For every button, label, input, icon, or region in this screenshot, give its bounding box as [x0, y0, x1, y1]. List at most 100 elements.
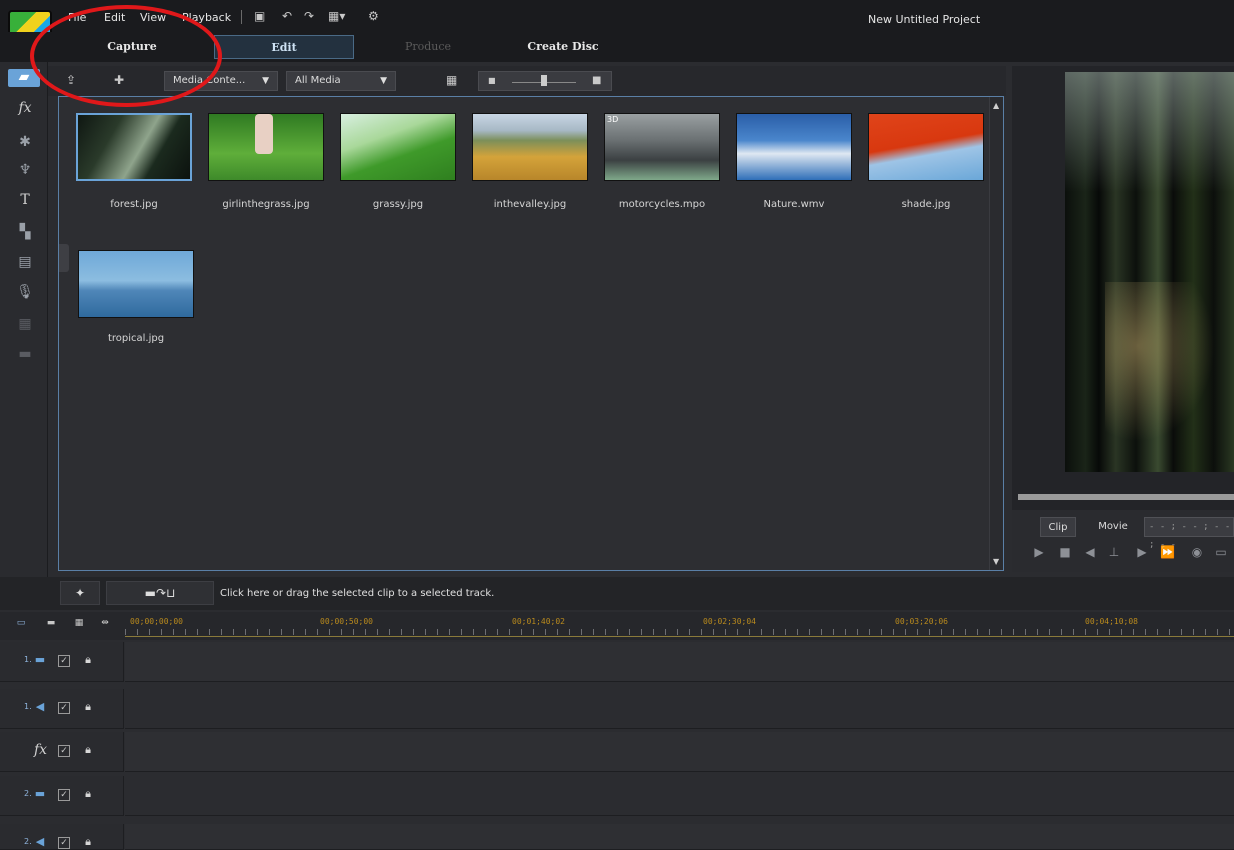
- media-label: motorcycles.mpo: [618, 199, 706, 210]
- timeline-view-icon[interactable]: ▭: [14, 618, 28, 628]
- media-filter-value: All Media: [295, 75, 341, 86]
- thumbnail-size-slider[interactable]: [541, 75, 547, 86]
- scroll-down-icon[interactable]: ▼: [993, 557, 999, 566]
- view-grid-icon[interactable]: ▦: [446, 74, 460, 86]
- external-display-icon[interactable]: ▭: [1214, 545, 1228, 559]
- media-label: grassy.jpg: [372, 199, 424, 210]
- lock-icon[interactable]: 🔒︎: [82, 835, 94, 849]
- track-header-fx[interactable]: fx ✓ 🔒︎: [0, 732, 124, 772]
- particle-icon[interactable]: ♆: [16, 162, 34, 178]
- lock-icon[interactable]: 🔒︎: [82, 743, 94, 757]
- track-audio-1[interactable]: [125, 689, 1234, 729]
- clip-mode-button[interactable]: Clip: [1040, 517, 1076, 537]
- media-content-dropdown[interactable]: Media Conte... ▼: [164, 71, 278, 91]
- aspect-ratio-icon[interactable]: ▦▾: [328, 10, 350, 22]
- tab-create-disc[interactable]: Create Disc: [500, 35, 626, 59]
- transition-room-icon[interactable]: ▚: [16, 224, 34, 240]
- voice-over-icon[interactable]: 🎙: [16, 284, 34, 300]
- audio-speaker-icon: ◀: [35, 835, 45, 848]
- title-room-icon[interactable]: T: [16, 192, 34, 208]
- track-enable-checkbox[interactable]: ✓: [58, 655, 70, 667]
- menu-playback[interactable]: Playback: [182, 11, 231, 24]
- media-library-panel: ▲ ▼ forest.jpg girlinthegrass.jpg grassy…: [58, 96, 1004, 571]
- fit-timeline-icon[interactable]: ⇹: [98, 618, 112, 628]
- fast-forward-icon[interactable]: ⏩: [1160, 545, 1175, 559]
- collapse-panel-handle[interactable]: [59, 244, 69, 272]
- redo-icon[interactable]: ↷: [304, 10, 318, 22]
- media-room-icon[interactable]: ▰: [8, 69, 40, 87]
- next-frame-icon[interactable]: ▶: [1135, 545, 1149, 559]
- timecode-field[interactable]: - - ; - - ; - - ; - -: [1144, 517, 1234, 550]
- scroll-up-icon[interactable]: ▲: [993, 101, 999, 110]
- media-thumbnail-tropical[interactable]: [78, 250, 194, 318]
- tab-produce[interactable]: Produce: [368, 35, 488, 59]
- track-header-video-2[interactable]: 2. ▬ ✓ 🔒︎: [0, 776, 124, 816]
- small-thumbnail-icon[interactable]: ■: [488, 75, 502, 87]
- chapter-room-icon[interactable]: ▦: [16, 316, 34, 332]
- track-header-video-1[interactable]: 1. ▬ ✓ 🔒︎: [0, 642, 124, 682]
- stop-icon[interactable]: ■: [1058, 545, 1072, 559]
- preview-light: [1105, 282, 1215, 442]
- media-thumbnail-girlinthegrass[interactable]: [208, 113, 324, 181]
- tab-edit[interactable]: Edit: [214, 35, 354, 59]
- track-audio-2[interactable]: [125, 824, 1234, 850]
- media-label: girlinthegrass.jpg: [222, 199, 310, 210]
- lock-icon[interactable]: 🔒︎: [82, 787, 94, 801]
- media-content-value: Media Conte...: [173, 75, 246, 86]
- media-thumbnail-inthevalley[interactable]: [472, 113, 588, 181]
- plugins-puzzle-icon[interactable]: ✚: [114, 74, 128, 86]
- split-clip-icon[interactable]: ⊥: [1107, 545, 1121, 559]
- magic-tools-button[interactable]: ✦: [60, 581, 100, 605]
- room-sidebar: ▰ fx ✱ ♆ T ▚ ▤ 🎙 ▦ ▬: [0, 62, 48, 577]
- track-header-audio-2[interactable]: 2. ◀ ✓ 🔒︎: [0, 824, 124, 850]
- snapshot-camera-icon[interactable]: ◉: [1190, 545, 1204, 559]
- track-enable-checkbox[interactable]: ✓: [58, 745, 70, 757]
- drag-hint-text[interactable]: Click here or drag the selected clip to …: [220, 588, 494, 599]
- play-icon[interactable]: ▶: [1032, 545, 1046, 559]
- audio-mixing-icon[interactable]: ▤: [16, 254, 34, 270]
- track-enable-checkbox[interactable]: ✓: [58, 789, 70, 801]
- menu-file[interactable]: File: [68, 11, 86, 24]
- media-thumbnail-forest[interactable]: [76, 113, 192, 181]
- subtitle-room-icon[interactable]: ▬: [16, 346, 34, 362]
- media-thumbnail-shade[interactable]: [868, 113, 984, 181]
- save-icon[interactable]: ▣: [254, 10, 268, 22]
- media-filter-dropdown[interactable]: All Media ▼: [286, 71, 396, 91]
- track-fx[interactable]: [125, 732, 1234, 772]
- ruler-ticks: [125, 629, 1234, 635]
- previous-frame-icon[interactable]: ◀: [1083, 545, 1097, 559]
- fx-room-icon[interactable]: fx: [16, 100, 34, 116]
- media-thumbnail-motorcycles[interactable]: 3D: [604, 113, 720, 181]
- preview-window: [1065, 72, 1234, 472]
- chevron-down-icon: ▼: [380, 76, 387, 86]
- video-track-icon: ▬: [34, 653, 46, 666]
- lock-icon[interactable]: 🔒︎: [82, 653, 94, 667]
- undo-icon[interactable]: ↶: [282, 10, 296, 22]
- track-video-2[interactable]: [125, 776, 1234, 816]
- lock-icon[interactable]: 🔒︎: [82, 700, 94, 714]
- menu-view[interactable]: View: [140, 11, 166, 24]
- track-manager-icon[interactable]: ▦: [72, 618, 86, 628]
- menu-edit[interactable]: Edit: [104, 11, 125, 24]
- track-enable-checkbox[interactable]: ✓: [58, 702, 70, 714]
- fx-icon: fx: [34, 742, 48, 758]
- audio-speaker-icon: ◀: [35, 700, 45, 713]
- large-thumbnail-icon[interactable]: ■: [592, 75, 606, 87]
- track-enable-checkbox[interactable]: ✓: [58, 837, 70, 849]
- movie-mode-button[interactable]: Movie: [1093, 517, 1133, 537]
- storyboard-view-icon[interactable]: ▬: [44, 618, 58, 628]
- track-header-audio-1[interactable]: 1. ◀ ✓ 🔒︎: [0, 689, 124, 729]
- timeline-ruler[interactable]: ▭ ▬ ▦ ⇹ 00;00;00;00 00;00;50;00 00;01;40…: [0, 612, 1234, 640]
- media-thumbnail-nature[interactable]: [736, 113, 852, 181]
- track-video-1[interactable]: [125, 642, 1234, 682]
- library-scrollbar[interactable]: ▲ ▼: [989, 97, 1003, 570]
- import-media-icon[interactable]: ⇪: [66, 74, 80, 86]
- media-label: Nature.wmv: [763, 199, 825, 210]
- media-label: inthevalley.jpg: [493, 199, 567, 210]
- preview-seek-bar[interactable]: [1018, 494, 1234, 500]
- media-thumbnail-grassy[interactable]: [340, 113, 456, 181]
- insert-to-track-button[interactable]: ▬↷⊔: [106, 581, 214, 605]
- settings-gear-icon[interactable]: ⚙: [368, 10, 382, 22]
- tab-capture[interactable]: Capture: [70, 35, 194, 59]
- pip-objects-icon[interactable]: ✱: [16, 134, 34, 150]
